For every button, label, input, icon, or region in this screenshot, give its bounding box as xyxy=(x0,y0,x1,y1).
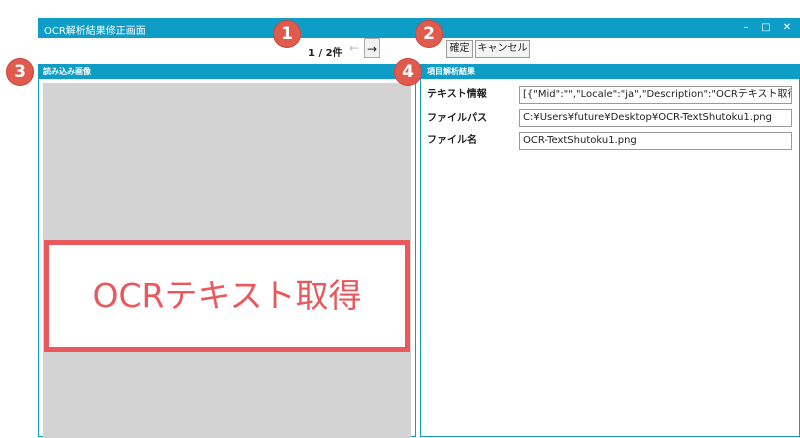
text-info-field[interactable]: [{"Mid":"","Locale":"ja","Description":"… xyxy=(519,86,792,104)
annotation-badge-4: 4 xyxy=(394,58,422,86)
field-label-file-name: ファイル名 xyxy=(427,135,477,146)
annotation-badge-3: 3 xyxy=(6,58,34,86)
maximize-button[interactable]: □ xyxy=(758,20,774,36)
annotation-badge-2: 2 xyxy=(415,20,443,48)
annotation-badge-1: 1 xyxy=(273,20,301,48)
page-counter: 1 / 2件 xyxy=(308,48,343,59)
image-panel-header: 読み込み画像 xyxy=(39,65,415,79)
prev-page-button[interactable]: ← xyxy=(346,38,362,58)
window-title: OCR解析結果修正画面 xyxy=(44,26,146,37)
file-path-field[interactable]: C:¥Users¥future¥Desktop¥OCR-TextShutoku1… xyxy=(519,109,792,127)
close-button[interactable]: ✕ xyxy=(779,20,795,36)
field-label-file-path: ファイルパス xyxy=(427,113,487,124)
cancel-button[interactable]: キャンセル xyxy=(475,40,530,58)
ocr-image-content: OCRテキスト取得 xyxy=(44,240,410,352)
minimize-button[interactable]: – xyxy=(738,20,754,36)
field-label-text-info: テキスト情報 xyxy=(427,89,487,100)
ocr-image-text: OCRテキスト取得 xyxy=(92,276,362,315)
next-page-button[interactable]: → xyxy=(364,38,380,58)
file-name-field[interactable]: OCR-TextShutoku1.png xyxy=(519,132,792,150)
analysis-panel-header: 項目解析結果 xyxy=(421,65,799,79)
confirm-button[interactable]: 確定 xyxy=(446,40,473,58)
